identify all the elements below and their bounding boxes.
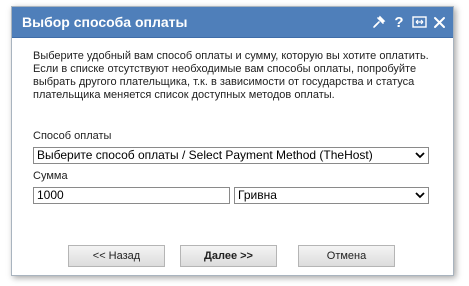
payment-method-dialog: Выбор способа оплаты ? Выберите удобный … [11,6,454,276]
currency-value: Гривна [238,188,277,202]
payment-method-label: Способ оплаты [33,130,112,142]
resize-icon[interactable] [411,13,427,31]
chevron-down-icon [415,192,425,199]
payment-method-select[interactable]: Выберите способ оплаты / Select Payment … [33,147,429,164]
back-button[interactable]: << Назад [68,245,165,267]
dialog-title: Выбор способа оплаты [22,14,188,30]
dialog-titlebar[interactable]: Выбор способа оплаты ? [12,7,453,38]
pin-icon[interactable] [371,13,387,31]
dialog-description: Выберите удобный вам способ оплаты и сум… [33,50,429,101]
amount-label: Сумма [33,170,68,182]
help-icon[interactable]: ? [391,13,407,31]
titlebar-icons: ? [367,12,447,32]
dialog-content: Выберите удобный вам способ оплаты и сум… [33,50,433,102]
amount-input[interactable]: 1000 [33,187,230,204]
chevron-down-icon [415,152,425,159]
next-button[interactable]: Далее >> [180,245,277,267]
close-icon[interactable] [431,13,447,31]
currency-select[interactable]: Гривна [234,187,429,204]
cancel-button[interactable]: Отмена [298,245,395,267]
amount-value: 1000 [37,188,64,202]
payment-method-value: Выберите способ оплаты / Select Payment … [37,148,373,162]
